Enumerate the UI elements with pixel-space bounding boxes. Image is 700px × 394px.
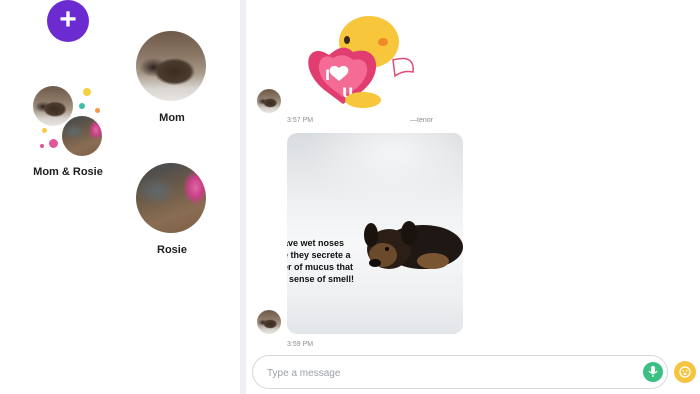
decorative-dot <box>95 108 100 113</box>
contact-name: Mom <box>159 112 185 124</box>
heart-duck-sticker-icon: I U <box>308 16 414 108</box>
voice-message-button[interactable] <box>643 362 663 382</box>
avatar <box>136 163 206 233</box>
plus-icon: + <box>59 3 77 36</box>
photo-message[interactable]: ave wet noses e they secrete a er of muc… <box>287 133 463 334</box>
image-caption: ave wet noses e they secrete a er of muc… <box>287 238 355 284</box>
group-avatar-rosie <box>62 116 102 156</box>
contacts-sidebar: + Mom Mom & Rosie Rosie <box>0 0 240 394</box>
new-conversation-button[interactable]: + <box>47 0 89 42</box>
contact-rosie[interactable]: Rosie <box>136 163 208 261</box>
message-timestamp: 3:57 PM <box>287 117 314 124</box>
avatar <box>136 31 206 101</box>
decorative-dot <box>42 128 47 133</box>
decorative-dot <box>40 144 44 148</box>
emoji-face-icon <box>679 366 691 378</box>
contact-name: Mom & Rosie <box>33 166 103 178</box>
decorative-dot <box>83 88 91 96</box>
contact-name: Rosie <box>157 244 187 256</box>
svg-text:I: I <box>325 68 330 84</box>
contact-mom-and-rosie[interactable]: Mom & Rosie <box>28 84 110 180</box>
decorative-dot <box>49 139 58 148</box>
sender-avatar <box>257 89 281 113</box>
love-sticker[interactable]: I U <box>287 0 437 115</box>
messaging-app: + Mom Mom & Rosie Rosie I U 3:57 PM —ten… <box>0 0 700 394</box>
emoji-button[interactable] <box>674 361 696 383</box>
microphone-icon <box>648 366 658 377</box>
message-timestamp: 3:59 PM <box>287 341 314 348</box>
sender-avatar <box>257 310 281 334</box>
message-input[interactable] <box>267 364 627 382</box>
decorative-dot <box>79 103 85 109</box>
group-avatar-mom <box>33 86 73 126</box>
gif-source-label: —tenor <box>410 117 433 124</box>
contact-mom[interactable]: Mom <box>136 31 208 126</box>
message-composer <box>252 355 668 389</box>
